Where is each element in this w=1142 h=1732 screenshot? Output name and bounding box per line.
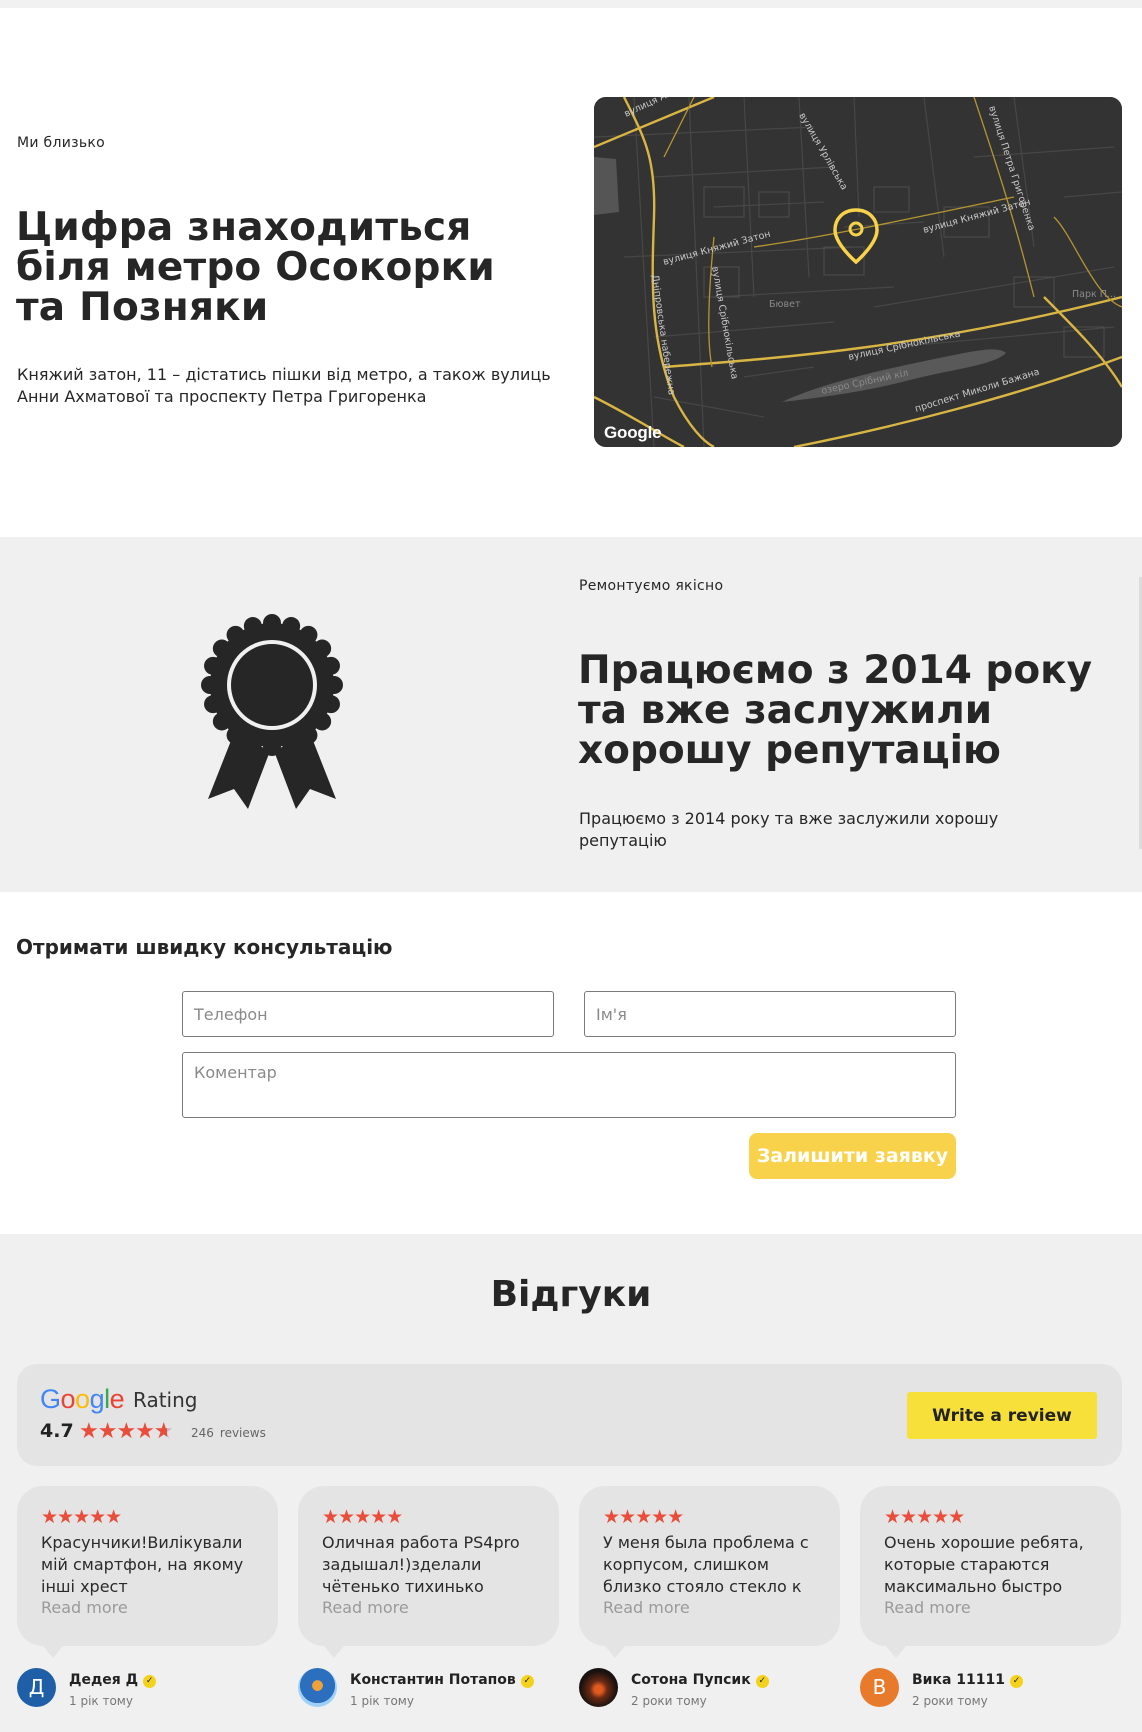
reputation-eyebrow: Ремонтуємо якісно xyxy=(579,578,724,594)
review-stars: ★★★★★ xyxy=(603,1506,684,1528)
avatar: В xyxy=(860,1668,899,1707)
review-card: ★★★★★ Оличная работа PS4pro задышал!)зде… xyxy=(298,1486,559,1658)
submit-request-button[interactable]: Залишити заявку xyxy=(749,1133,956,1179)
map-embed[interactable]: вулиця Анни А... вулиця Урлівська вулиця… xyxy=(594,97,1122,447)
location-description: Княжий затон, 11 – дістатись пішки від м… xyxy=(17,365,551,406)
google-rating-summary: Google Rating 4.7 ★★★★★ ★ 246 reviews Writ… xyxy=(17,1364,1122,1466)
phone-input[interactable] xyxy=(182,991,554,1037)
reputation-section: Ремонтуємо якісно Працюємо з 2014 року т… xyxy=(0,537,1142,892)
location-title: Цифра знаходиться біля метро Осокорки та… xyxy=(16,205,495,330)
svg-text:Бювет: Бювет xyxy=(769,299,801,310)
review-text: Очень хорошие ребята, которые стараются … xyxy=(884,1533,1084,1596)
author-name[interactable]: Дедея Д ✓ xyxy=(69,1672,157,1688)
rating-value: 4.7 xyxy=(40,1420,74,1442)
read-more-link[interactable]: Read more xyxy=(322,1598,409,1617)
read-more-link[interactable]: Read more xyxy=(884,1598,971,1617)
reviews-heading: Відгуки xyxy=(490,1274,652,1315)
author-name[interactable]: Константин Потапов ✓ xyxy=(350,1672,534,1688)
write-review-button[interactable]: Write a review xyxy=(907,1392,1097,1439)
rating-label: Rating xyxy=(133,1388,198,1412)
verified-icon: ✓ xyxy=(1010,1675,1024,1688)
verified-icon: ✓ xyxy=(520,1675,534,1688)
review-stars: ★★★★★ xyxy=(41,1506,122,1528)
review-time: 2 роки тому xyxy=(912,1694,988,1708)
reviews-section: Відгуки Google Rating 4.7 ★★★★★ ★ 246 revi… xyxy=(0,1234,1142,1732)
reputation-description: Працюємо з 2014 року та вже заслужили хо… xyxy=(579,809,999,850)
avatar xyxy=(579,1668,618,1707)
google-logo: Google xyxy=(40,1384,125,1414)
avatar xyxy=(298,1668,337,1707)
review-text: Красунчики!Вилікували мій смартфон, на я… xyxy=(41,1533,244,1596)
top-strip xyxy=(0,0,1142,8)
verified-icon: ✓ xyxy=(755,1675,769,1688)
reputation-title: Працюємо з 2014 року та вже заслужили хо… xyxy=(578,648,1093,773)
review-stars: ★★★★★ xyxy=(884,1506,965,1528)
review-time: 2 роки тому xyxy=(631,1694,707,1708)
review-text: У меня была проблема с корпусом, слишком… xyxy=(603,1533,809,1596)
review-card: ★★★★★ У меня была проблема с корпусом, с… xyxy=(579,1486,840,1658)
review-card: ★★★★★ Очень хорошие ребята, которые стар… xyxy=(860,1486,1121,1658)
read-more-link[interactable]: Read more xyxy=(41,1598,128,1617)
author-name[interactable]: Сотона Пупсик ✓ xyxy=(631,1672,769,1688)
author-name[interactable]: Вика 11111 ✓ xyxy=(912,1672,1024,1688)
review-stars: ★★★★★ xyxy=(322,1506,403,1528)
verified-icon: ✓ xyxy=(143,1675,157,1688)
review-time: 1 рік тому xyxy=(69,1694,133,1708)
avatar: Д xyxy=(17,1668,56,1707)
form-title: Отримати швидку консультацію xyxy=(16,935,393,959)
rating-stars: ★★★★★ ★ xyxy=(79,1419,174,1444)
review-time: 1 рік тому xyxy=(350,1694,414,1708)
review-text: Оличная работа PS4pro задышал!)зделали ч… xyxy=(322,1533,520,1596)
google-map-watermark: Google xyxy=(604,423,662,442)
name-input[interactable] xyxy=(584,991,956,1037)
map-canvas: вулиця Анни А... вулиця Урлівська вулиця… xyxy=(594,97,1122,447)
location-eyebrow: Ми близько xyxy=(17,135,106,151)
review-card: ★★★★★ Красунчики!Вилікували мій смартфон… xyxy=(17,1486,278,1658)
read-more-link[interactable]: Read more xyxy=(603,1598,690,1617)
review-count: 246 reviews xyxy=(191,1426,266,1440)
award-rosette-icon xyxy=(196,613,348,817)
comment-input[interactable] xyxy=(182,1052,956,1118)
svg-text:Парк П...: Парк П... xyxy=(1072,289,1116,300)
